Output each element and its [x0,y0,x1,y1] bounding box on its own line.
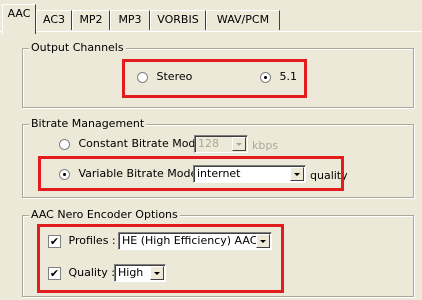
vbr-value: internet [197,167,241,180]
cbr-value: 128 [198,137,219,150]
quality-select[interactable]: High [114,264,166,282]
radio-icon [137,71,148,83]
profiles-checkbox[interactable]: ✔ Profiles : [48,234,116,248]
tab-aac[interactable]: AAC [2,4,36,34]
tab-label: MP3 [118,13,142,26]
output-channels-group: Output Channels [22,41,414,108]
radio-selected-icon [260,71,271,83]
tab-strip: AAC AC3 MP2 MP3 VORBIS WAV/PCM [0,0,422,34]
vbr-label: Variable Bitrate Mode : [78,167,205,180]
cbr-label: Constant Bitrate Mode : [78,137,210,150]
profiles-label: Profiles : [68,234,116,247]
nero-options-title: AAC Nero Encoder Options [29,208,180,222]
tab-label: AC3 [42,13,65,26]
chevron-down-icon[interactable] [256,234,270,248]
chevron-down-icon[interactable] [150,266,164,280]
chevron-down-icon[interactable] [232,137,246,151]
tab-label: MP2 [79,13,103,26]
tab-label: AAC [7,7,31,20]
surround-label: 5.1 [279,70,298,83]
vbr-radio[interactable]: Variable Bitrate Mode : [59,167,204,180]
tab-mp2[interactable]: MP2 [72,10,110,30]
cbr-unit: kbps [252,139,279,152]
surround-radio[interactable]: 5.1 [260,70,297,83]
tab-vorbis[interactable]: VORBIS [150,10,206,30]
cbr-bitrate-select[interactable]: 128 [194,135,248,153]
profiles-select[interactable]: HE (High Efficiency) AAC [118,232,272,250]
output-channels-title: Output Channels [29,41,126,55]
radio-icon [59,138,70,150]
tab-label: WAV/PCM [216,13,270,26]
quality-checkbox[interactable]: ✔ Quality : [48,266,115,280]
vbr-unit: quality [310,169,348,182]
cbr-radio[interactable]: Constant Bitrate Mode : [59,137,209,150]
tab-wav-pcm[interactable]: WAV/PCM [206,10,280,30]
chevron-down-icon[interactable] [290,167,304,181]
tab-label: VORBIS [157,13,199,26]
stereo-label: Stereo [156,70,193,83]
panel-border [0,31,422,32]
checkmark-icon: ✔ [48,234,61,248]
profiles-value: HE (High Efficiency) AAC [122,234,258,247]
quality-label: Quality : [68,266,116,279]
stereo-radio[interactable]: Stereo [137,70,192,83]
nero-options-group: AAC Nero Encoder Options [22,208,414,297]
vbr-quality-select[interactable]: internet [193,165,306,183]
radio-selected-icon [59,168,70,180]
tab-ac3[interactable]: AC3 [36,10,72,30]
checkmark-icon: ✔ [48,266,61,280]
bitrate-title: Bitrate Management [29,117,147,131]
quality-value: High [118,266,144,279]
tab-mp3[interactable]: MP3 [110,10,150,30]
